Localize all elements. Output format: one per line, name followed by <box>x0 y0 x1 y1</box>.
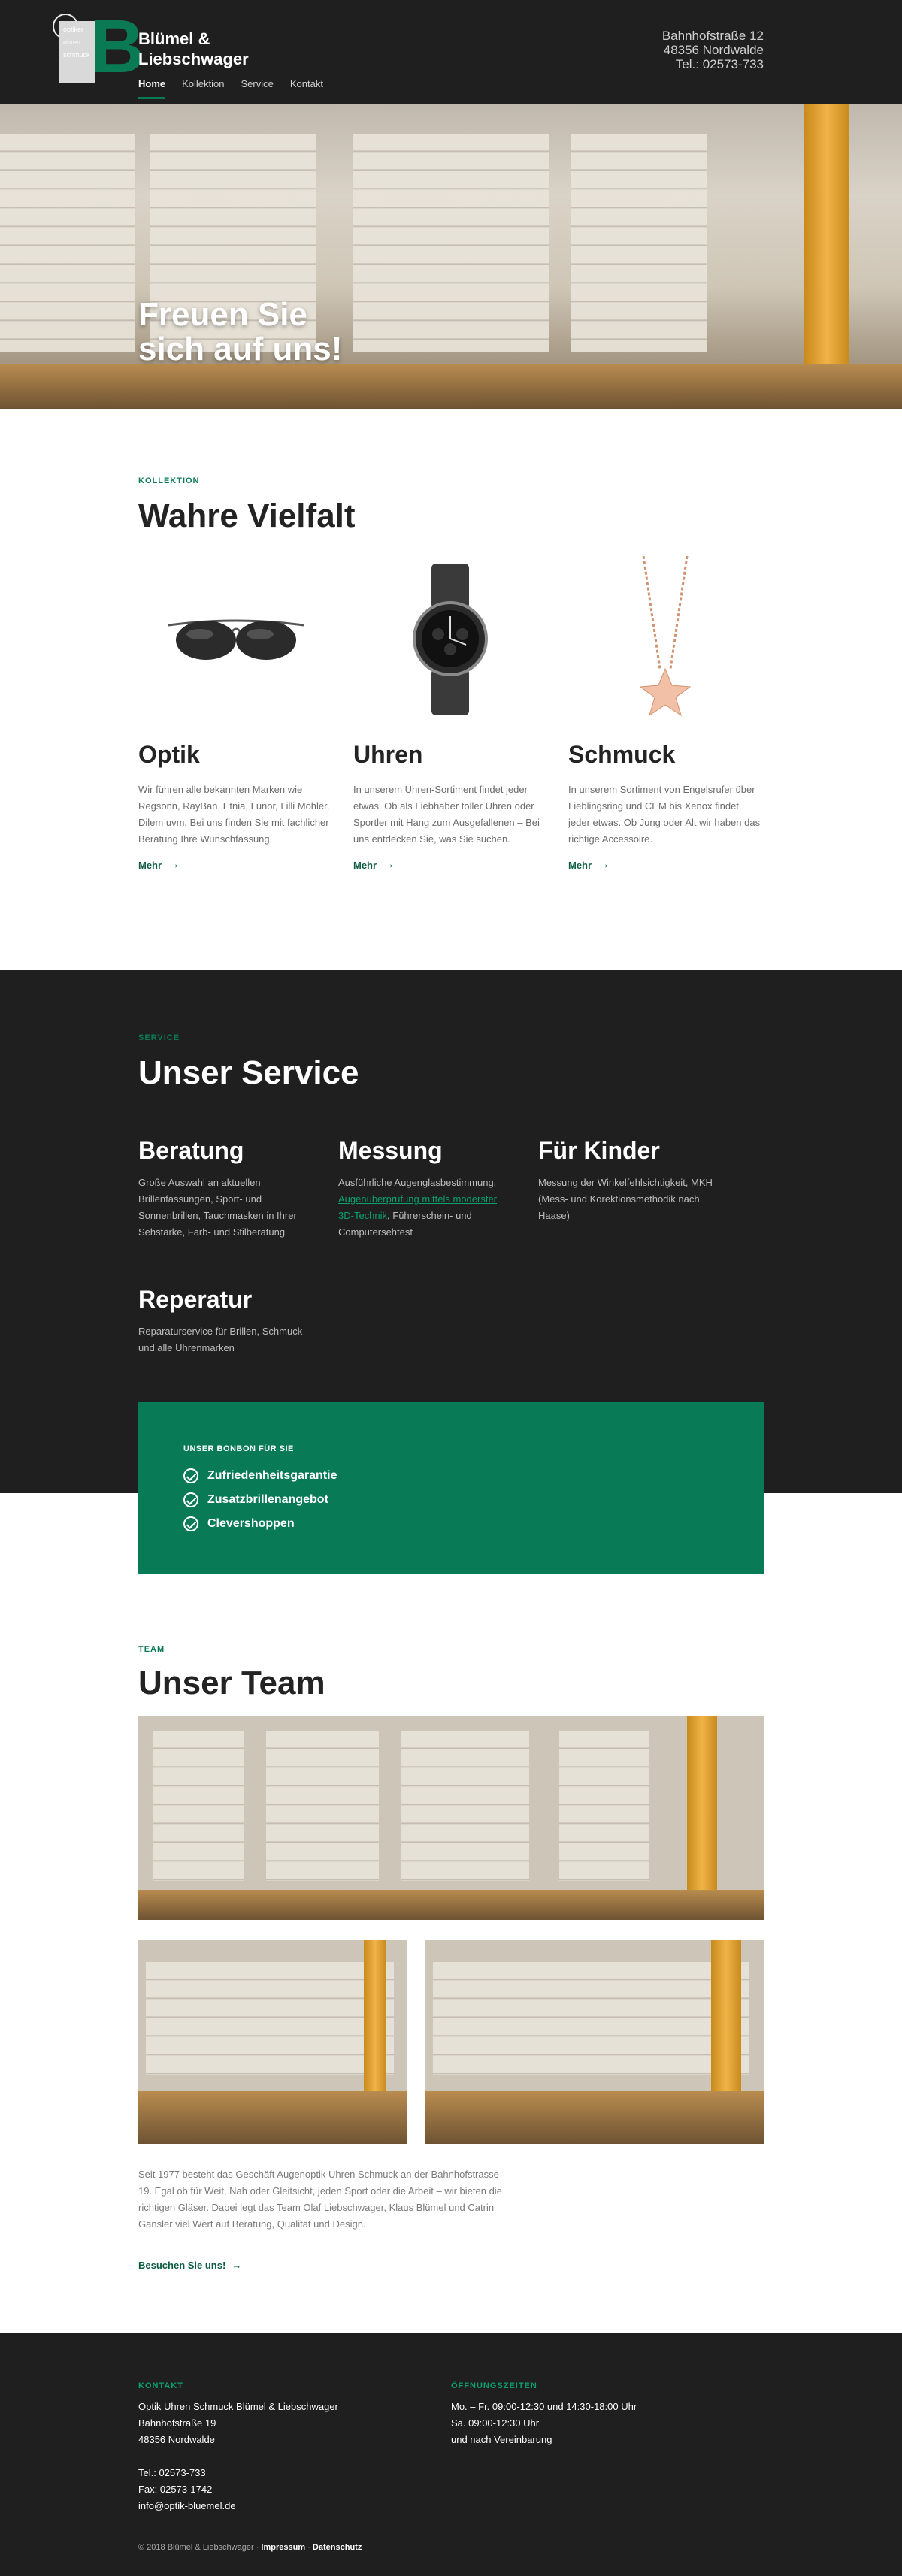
logo-letter: B <box>90 5 145 89</box>
service-item-beratung: Beratung Große Auswahl an aktuellen Bril… <box>138 1136 297 1238</box>
service-item-messung: Messung Ausführliche Augenglasbestimmung… <box>338 1136 498 1238</box>
bonbon-item: Zusatzbrillenangebot <box>183 1488 764 1512</box>
datenschutz-link[interactable]: Datenschutz <box>313 2543 362 2552</box>
section-eyebrow: TEAM <box>138 1644 165 1654</box>
necklace-image <box>568 555 762 720</box>
hero-counter <box>0 364 902 409</box>
email-link[interactable]: info@optik-bluemel.de <box>138 2498 451 2514</box>
more-link-schmuck[interactable]: Mehr → <box>568 858 610 872</box>
store-photo <box>138 1715 764 1920</box>
check-circle-icon <box>183 1492 198 1507</box>
arrow-right-icon: → <box>383 858 395 871</box>
more-link-optik[interactable]: Mehr → <box>138 858 180 872</box>
nav-home[interactable]: Home <box>138 78 166 99</box>
team-section: TEAM Unser Team Seit 1977 besteht das Ge… <box>0 1493 902 2333</box>
team-text: Seit 1977 besteht das Geschäft Augenopti… <box>138 2168 502 2230</box>
store-photo <box>138 1939 407 2144</box>
main-nav: Home Kollektion Service Kontakt <box>138 78 323 99</box>
hero-section: Freuen Sie sich auf uns! <box>0 104 902 409</box>
bonbon-item: Zufriedenheitsgarantie <box>183 1464 764 1488</box>
brand-name[interactable]: Blümel & Liebschwager <box>138 29 249 69</box>
hero-shelf <box>571 134 707 352</box>
store-photo <box>425 1939 764 2144</box>
arrow-right-icon: → <box>168 858 180 871</box>
product-card-optik: Optik Wir führen alle bekannten Marken w… <box>138 556 332 872</box>
site-header: optiker uhren schmuck B Blümel & Liebsch… <box>0 0 902 104</box>
nav-kollektion[interactable]: Kollektion <box>182 78 224 99</box>
logo[interactable]: optiker uhren schmuck B <box>53 9 144 86</box>
section-eyebrow: SERVICE <box>138 1033 180 1042</box>
site-footer: KONTAKT Optik Uhren Schmuck Blümel & Lie… <box>0 2332 902 2576</box>
check-circle-icon <box>183 1516 198 1531</box>
section-title: Unser Team <box>138 1664 325 1701</box>
arrow-right-icon: → <box>598 858 610 871</box>
bonbon-box: UNSER BONBON FÜR SIE Zufriedenheitsgaran… <box>138 1401 764 1574</box>
hero-title: Freuen Sie sich auf uns! <box>138 296 343 367</box>
section-eyebrow: KOLLEKTION <box>138 476 200 485</box>
product-card-schmuck: Schmuck In unserem Sortiment von Engelsr… <box>568 555 762 872</box>
section-title: Wahre Vielfalt <box>138 497 356 534</box>
nav-service[interactable]: Service <box>241 78 274 99</box>
kollektion-section: KOLLEKTION Wahre Vielfalt Optik Wir führ… <box>0 409 902 970</box>
service-item-reperatur: Reperatur Reparaturservice für Brillen, … <box>138 1285 303 1353</box>
copyright: © 2018 Blümel & Liebschwager · Impressum… <box>138 2542 362 2552</box>
sunglasses-image <box>138 556 332 720</box>
nav-kontakt[interactable]: Kontakt <box>290 78 323 99</box>
service-item-kinder: Für Kinder Messung der Winkelfehlsichtig… <box>538 1136 713 1221</box>
product-card-uhren: Uhren In unserem Uhren-Sortiment findet … <box>353 556 547 872</box>
section-title: Unser Service <box>138 1054 359 1091</box>
watch-image <box>353 556 547 720</box>
hero-shelf <box>353 134 549 352</box>
impressum-link[interactable]: Impressum <box>261 2543 305 2552</box>
visit-us-link[interactable]: Besuchen Sie uns! → <box>138 2260 241 2271</box>
service-section: SERVICE Unser Service Beratung Große Aus… <box>0 969 902 1574</box>
footer-hours: ÖFFNUNGSZEITEN Mo. – Fr. 09:00-12:30 und… <box>451 2381 637 2445</box>
hero-shelf <box>0 134 135 352</box>
logo-card: optiker uhren schmuck <box>59 21 95 83</box>
footer-contact: KONTAKT Optik Uhren Schmuck Blümel & Lie… <box>138 2378 451 2514</box>
arrow-right-icon: → <box>232 2259 242 2271</box>
header-address: Bahnhofstraße 12 48356 Nordwalde Tel.: 0… <box>661 29 764 71</box>
more-link-uhren[interactable]: Mehr → <box>353 858 395 872</box>
check-circle-icon <box>183 1468 198 1483</box>
bonbon-item: Clevershoppen <box>183 1512 764 1536</box>
